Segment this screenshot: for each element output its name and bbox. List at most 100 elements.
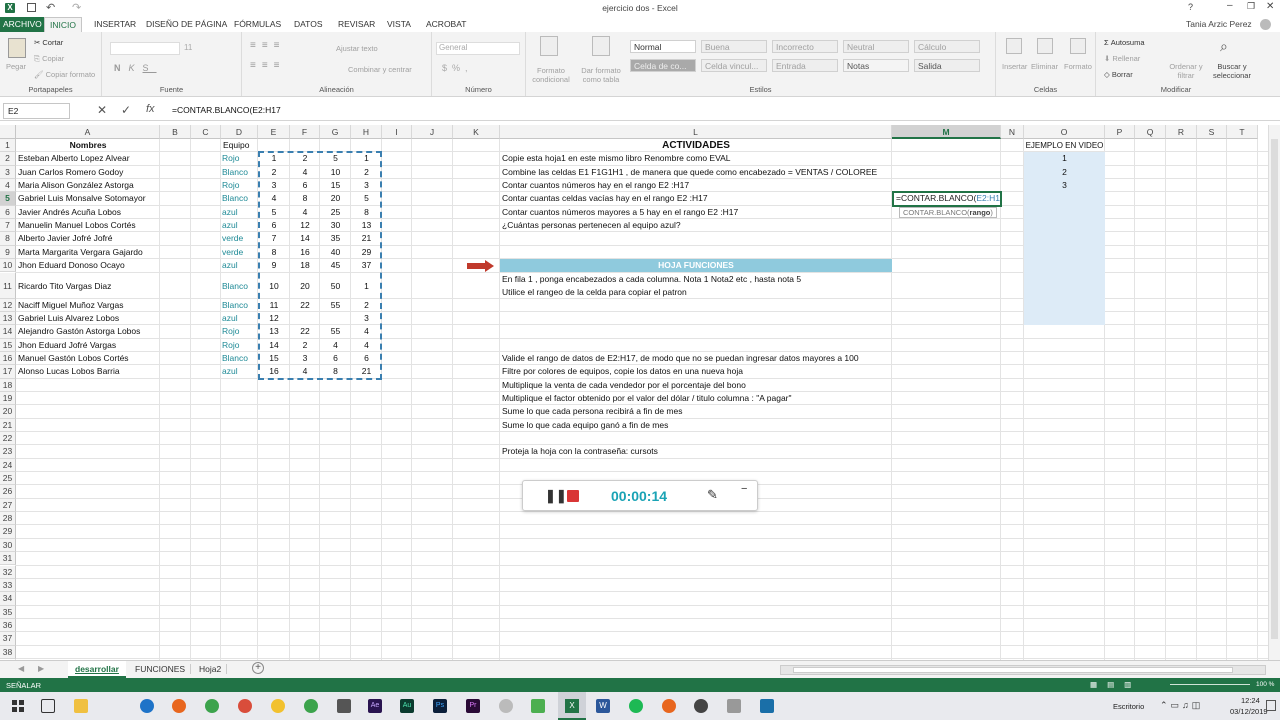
copy-button[interactable]: ⎘ Copiar <box>34 54 64 63</box>
row-header-30[interactable]: 30 <box>0 538 16 553</box>
column-header-h[interactable]: H <box>351 125 382 139</box>
tab-view[interactable]: VISTA <box>387 17 411 32</box>
calculator-icon[interactable] <box>337 699 351 713</box>
font-size-select[interactable]: 11 <box>184 43 192 52</box>
style-note[interactable]: Notas <box>843 59 909 72</box>
column-header-g[interactable]: G <box>320 125 351 139</box>
merge-center-button[interactable]: Combinar y centrar <box>348 65 412 74</box>
after-effects-icon[interactable]: Ae <box>368 699 382 713</box>
column-header-s[interactable]: S <box>1197 125 1227 139</box>
row-header-32[interactable]: 32 <box>0 565 16 579</box>
delete-cells-button[interactable]: Eliminar <box>1031 62 1058 71</box>
audition-icon[interactable]: Au <box>400 699 414 713</box>
zoom-slider[interactable] <box>1170 684 1250 685</box>
tab-file[interactable]: ARCHIVO <box>0 17 45 32</box>
row-header-15[interactable]: 15 <box>0 338 16 352</box>
row-header-38[interactable]: 38 <box>0 645 16 659</box>
close-icon[interactable]: ✕ <box>1266 1 1274 12</box>
row-header-6[interactable]: 6 <box>0 205 16 220</box>
row-header-8[interactable]: 8 <box>0 232 16 246</box>
cancel-icon[interactable]: ✕ <box>97 103 107 117</box>
row-header-16[interactable]: 16 <box>0 351 16 366</box>
minimize-recorder-icon[interactable]: − <box>741 483 747 495</box>
style-neutral[interactable]: Neutral <box>843 40 909 53</box>
stop-icon[interactable] <box>567 490 579 502</box>
start-icon[interactable] <box>12 700 24 712</box>
column-header-d[interactable]: D <box>221 125 258 139</box>
row-header-10[interactable]: 10 <box>0 259 16 273</box>
delete-cells-icon[interactable] <box>1037 38 1053 54</box>
pen-icon[interactable]: ✎ <box>707 487 718 503</box>
view-icons[interactable]: ▦▤▥ <box>1090 680 1141 689</box>
sheet-tab-hoja2[interactable]: Hoja2 <box>194 664 228 674</box>
row-header-23[interactable]: 23 <box>0 445 16 459</box>
chrome-icon-4[interactable] <box>304 699 318 713</box>
find-select-button[interactable]: Buscar y seleccionar <box>1208 62 1256 80</box>
column-header-k[interactable]: K <box>453 125 500 139</box>
redo-icon[interactable]: ↷ <box>72 1 81 14</box>
row-header-2[interactable]: 2 <box>0 152 16 166</box>
format-table-icon[interactable] <box>592 36 610 56</box>
tab-home[interactable]: INICIO <box>44 17 82 32</box>
insert-function-icon[interactable]: fx <box>146 103 155 115</box>
spreadsheet-grid[interactable]: A B C D E F G H I J K L M N O P Q R S T 1 2 3 4 5 6 7 8 9 10 11 12 13 14 1… <box>0 125 1268 660</box>
row-header-37[interactable]: 37 <box>0 632 16 646</box>
style-input[interactable]: Entrada <box>772 59 838 72</box>
firefox-icon[interactable] <box>172 699 186 713</box>
tab-acrobat[interactable]: ACROBAT <box>426 17 466 32</box>
edge-icon[interactable] <box>140 699 154 713</box>
camtasia-icon[interactable] <box>531 699 545 713</box>
horizontal-scrollbar[interactable] <box>780 665 1266 675</box>
notification-icon[interactable] <box>1266 700 1276 711</box>
file-explorer-icon[interactable] <box>74 699 88 713</box>
user-name[interactable]: Tania Arzic Perez <box>1186 19 1252 29</box>
clock-date[interactable]: 03/12/2019 <box>1230 707 1268 716</box>
row-header-21[interactable]: 21 <box>0 418 16 432</box>
firefox-icon-2[interactable] <box>662 699 676 713</box>
row-header-18[interactable]: 18 <box>0 378 16 392</box>
row-header-19[interactable]: 19 <box>0 391 16 406</box>
binoculars-icon[interactable]: ⌕ <box>1220 38 1228 55</box>
column-header-q[interactable]: Q <box>1135 125 1166 139</box>
chrome-icon[interactable] <box>205 699 219 713</box>
paste-button[interactable]: Pegar <box>6 62 26 71</box>
column-header-c[interactable]: C <box>191 125 221 139</box>
pause-icon[interactable]: ❚❚ <box>545 488 567 504</box>
tray-icons[interactable]: ⌃▭♫◫ <box>1160 700 1203 711</box>
row-header-1[interactable]: 1 <box>0 139 16 153</box>
row-header-9[interactable]: 9 <box>0 245 16 260</box>
format-cells-icon[interactable] <box>1070 38 1086 54</box>
align-icons-2[interactable]: ≡≡≡ <box>250 60 286 71</box>
row-header-24[interactable]: 24 <box>0 458 16 473</box>
row-header-31[interactable]: 31 <box>0 552 16 566</box>
style-output[interactable]: Salida <box>914 59 980 72</box>
horizontal-scroll-thumb[interactable] <box>793 667 1233 673</box>
column-header-j[interactable]: J <box>412 125 453 139</box>
row-header-33[interactable]: 33 <box>0 578 16 593</box>
insert-cells-icon[interactable] <box>1006 38 1022 54</box>
column-header-b[interactable]: B <box>160 125 191 139</box>
row-header-17[interactable]: 17 <box>0 365 16 379</box>
row-header-4[interactable]: 4 <box>0 179 16 193</box>
row-header-22[interactable]: 22 <box>0 432 16 446</box>
row-header-35[interactable]: 35 <box>0 605 16 619</box>
row-header-12[interactable]: 12 <box>0 298 16 312</box>
tab-page-layout[interactable]: DISEÑO DE PÁGINA <box>146 17 227 32</box>
vertical-scrollbar[interactable] <box>1268 125 1280 660</box>
clock-time[interactable]: 12:24 <box>1241 696 1260 705</box>
column-header-o[interactable]: O <box>1024 125 1105 139</box>
premiere-icon[interactable]: Pr <box>466 699 480 713</box>
row-header-5[interactable]: 5 <box>0 192 16 206</box>
enter-icon[interactable]: ✓ <box>121 103 131 117</box>
paste-icon[interactable] <box>8 38 26 58</box>
tab-insert[interactable]: INSERTAR <box>94 17 136 32</box>
style-bad[interactable]: Incorrecto <box>772 40 838 53</box>
photoshop-icon[interactable]: Ps <box>433 699 447 713</box>
autosum-button[interactable]: Σ Autosuma <box>1104 38 1145 47</box>
desktop-label[interactable]: Escritorio <box>1113 702 1144 711</box>
word-icon[interactable]: W <box>596 699 610 713</box>
column-header-l[interactable]: L <box>500 125 892 139</box>
number-format-select[interactable]: General <box>436 42 520 55</box>
align-icons[interactable]: ≡≡≡ <box>250 40 286 51</box>
save-icon[interactable] <box>27 3 36 12</box>
